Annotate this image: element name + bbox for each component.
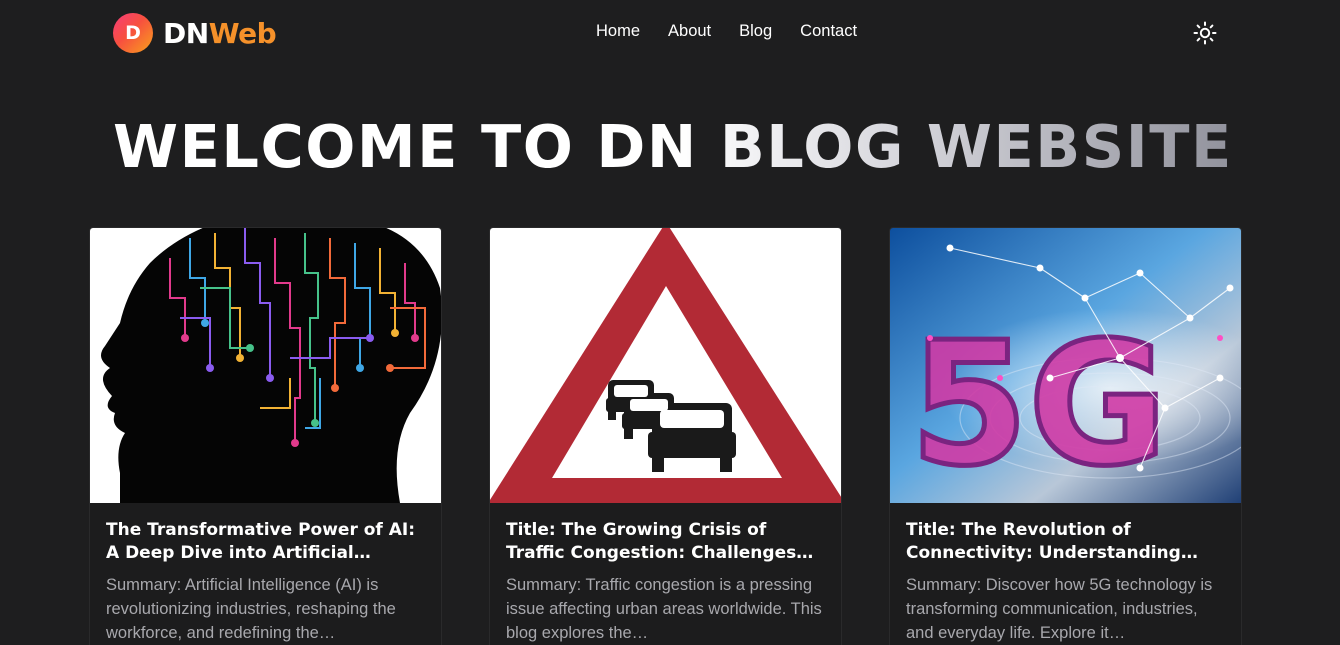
top-navbar: D DNWeb Home About Blog Contact bbox=[0, 0, 1340, 66]
main-menu: Home About Blog Contact bbox=[596, 22, 857, 41]
post-summary: Summary: Discover how 5G technology is t… bbox=[906, 576, 1213, 642]
logo-text-dn: DN bbox=[163, 16, 209, 50]
logo-text-web: Web bbox=[208, 16, 277, 50]
post-summary: Summary: Traffic congestion is a pressin… bbox=[506, 576, 822, 642]
blog-card[interactable]: The Transformative Power of AI: A Deep D… bbox=[89, 227, 442, 645]
blog-card[interactable]: 5G Title: The Revolution of Connectivity… bbox=[889, 227, 1242, 645]
theme-toggle-button[interactable] bbox=[1193, 21, 1217, 45]
nav-link-home[interactable]: Home bbox=[596, 22, 640, 41]
blog-card[interactable]: Title: The Growing Crisis of Traffic Con… bbox=[489, 227, 842, 645]
post-summary: Summary: Artificial Intelligence (AI) is… bbox=[106, 576, 396, 642]
blog-post-list: The Transformative Power of AI: A Deep D… bbox=[89, 227, 1242, 645]
post-title[interactable]: The Transformative Power of AI: A Deep D… bbox=[106, 519, 425, 565]
logo-text: DNWeb bbox=[163, 16, 277, 50]
sun-icon bbox=[1193, 21, 1217, 45]
post-title[interactable]: Title: The Revolution of Connectivity: U… bbox=[906, 519, 1225, 565]
nav-link-contact[interactable]: Contact bbox=[800, 22, 857, 41]
logo-badge-letter: D bbox=[125, 22, 141, 44]
post-title[interactable]: Title: The Growing Crisis of Traffic Con… bbox=[506, 519, 825, 565]
post-image-ai-head[interactable] bbox=[90, 228, 441, 503]
hero-title: WELCOME TO DN BLOG WEBSITE bbox=[113, 112, 1243, 181]
post-image-5g[interactable]: 5G bbox=[890, 228, 1241, 503]
svg-text:5G: 5G bbox=[910, 306, 1168, 503]
brand-logo[interactable]: D DNWeb bbox=[113, 13, 277, 53]
nav-link-about[interactable]: About bbox=[668, 22, 711, 41]
logo-badge-icon: D bbox=[113, 13, 153, 53]
post-image-traffic-sign[interactable] bbox=[490, 228, 841, 503]
nav-link-blog[interactable]: Blog bbox=[739, 22, 772, 41]
